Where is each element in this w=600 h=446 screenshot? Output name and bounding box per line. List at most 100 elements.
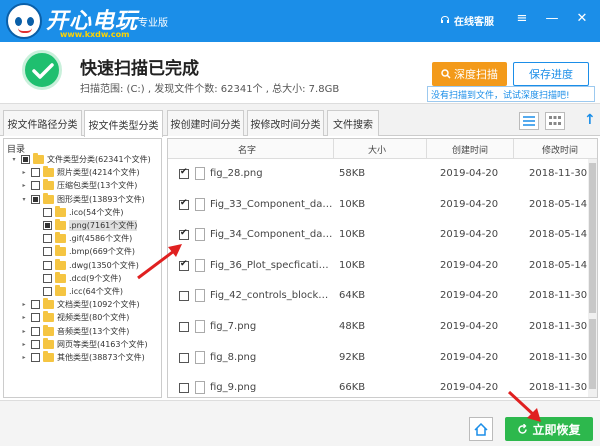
tree-node-label: 文档类型(1092个文件)	[57, 300, 140, 310]
list-view-icon	[523, 116, 535, 126]
file-row[interactable]: Fig_36_Plot_specfication... 10KB 2019-04-2…	[168, 251, 588, 281]
file-created: 2019-04-20	[440, 290, 499, 302]
tree-node-label: 其他类型(38873个文件)	[57, 353, 145, 362]
tree-checkbox[interactable]	[31, 353, 40, 362]
tree-node-label: 照片类型(4214个文件)	[57, 168, 140, 178]
tab-by-path[interactable]: 按文件路径分类	[3, 110, 82, 136]
deep-scan-tip: 没有扫描到文件，试试深度扫描吧!	[427, 86, 595, 102]
tree-node[interactable]: ▾ 图形类型(13893个文件)	[20, 192, 145, 206]
column-modified[interactable]: 修改时间	[542, 143, 578, 156]
file-name: fig_9.png	[210, 382, 257, 394]
file-row[interactable]: fig_8.png 92KB 2019-04-20 2018-11-30	[168, 343, 588, 373]
file-row[interactable]: fig_7.png 48KB 2019-04-20 2018-11-30	[168, 312, 588, 342]
tree-checkbox[interactable]	[43, 247, 52, 257]
folder-icon	[55, 271, 66, 283]
category-tabs: 按文件路径分类 按文件类型分类 按创建时间分类 按修改时间分类 文件搜索 ↑	[0, 104, 600, 137]
restore-now-button[interactable]: 立即恢复	[505, 417, 593, 441]
tree-checkbox[interactable]	[43, 234, 52, 244]
expand-icon[interactable]: ▸	[20, 169, 28, 176]
file-row[interactable]: Fig_34_Component_data... 10KB 2019-04-20 20…	[168, 220, 588, 250]
tree-checkbox[interactable]	[31, 181, 40, 191]
close-icon[interactable]: ✕	[574, 10, 590, 28]
tree-node[interactable]: .png(7161个文件)	[32, 219, 138, 232]
minimize-icon[interactable]: —	[544, 10, 560, 28]
expand-icon[interactable]: ▸	[20, 301, 28, 308]
expand-icon[interactable]: ▸	[20, 182, 28, 189]
scroll-top-icon[interactable]: ↑	[584, 112, 596, 128]
file-created: 2019-04-20	[440, 168, 499, 179]
tree-node[interactable]: ▸ 压缩包类型(13个文件)	[20, 179, 137, 192]
tree-checkbox[interactable]	[31, 313, 40, 323]
tree-checkbox[interactable]	[43, 287, 52, 296]
file-checkbox[interactable]	[179, 167, 189, 179]
tree-node-label: .icc(64个文件)	[69, 287, 123, 296]
tree-node[interactable]: ▸ 其他类型(38873个文件)	[20, 351, 145, 364]
column-created[interactable]: 创建时间	[452, 143, 488, 156]
file-checkbox[interactable]	[179, 228, 189, 241]
deep-scan-button[interactable]: 深度扫描	[432, 62, 507, 86]
expand-icon[interactable]: ▸	[20, 354, 28, 361]
file-row[interactable]: fig_28.png 58KB 2019-04-20 2018-11-30	[168, 159, 588, 189]
check-icon	[22, 50, 62, 90]
file-list-scrollbar[interactable]	[588, 159, 597, 397]
file-checkbox[interactable]	[179, 198, 189, 210]
tree-checkbox[interactable]	[43, 221, 52, 230]
tree-checkbox[interactable]	[31, 326, 40, 336]
tab-by-type[interactable]: 按文件类型分类	[84, 110, 163, 137]
file-checkbox[interactable]	[179, 322, 189, 332]
tree-node-label: 音频类型(13个文件)	[57, 326, 130, 336]
tree-node[interactable]: .gif(4586个文件)	[32, 232, 132, 245]
tree-node[interactable]: .icc(64个文件)	[32, 285, 123, 298]
home-button[interactable]	[469, 417, 493, 441]
tree-node[interactable]: .dcd(9个文件)	[32, 271, 121, 285]
save-progress-button[interactable]: 保存进度	[513, 62, 589, 86]
expand-icon[interactable]: ▸	[20, 314, 28, 321]
file-checkbox[interactable]	[179, 291, 189, 302]
tab-by-created-time[interactable]: 按创建时间分类	[167, 110, 244, 136]
file-checkbox[interactable]	[179, 259, 189, 271]
tree-node[interactable]: ▸ 照片类型(4214个文件)	[20, 166, 140, 179]
tree-checkbox[interactable]	[43, 273, 52, 283]
tree-checkbox[interactable]	[31, 300, 40, 310]
tree-checkbox[interactable]	[43, 260, 52, 270]
tree-node[interactable]: ▸ 音频类型(13个文件)	[20, 324, 130, 338]
tree-checkbox[interactable]	[31, 194, 40, 204]
tab-file-search[interactable]: 文件搜索	[327, 110, 379, 136]
column-name[interactable]: 名字	[238, 143, 256, 156]
tree-node[interactable]: ▸ 文档类型(1092个文件)	[20, 298, 140, 311]
tree-node-label: .png(7161个文件)	[69, 220, 138, 231]
column-size[interactable]: 大小	[368, 143, 386, 156]
expand-icon[interactable]: ▸	[20, 341, 28, 348]
list-view-button[interactable]	[519, 112, 539, 130]
file-row[interactable]: Fig_42_controls_block_d... 64KB 2019-04-20…	[168, 281, 588, 311]
tree-node[interactable]: ▸ 网页等类型(4163个文件)	[20, 337, 148, 351]
file-row[interactable]: fig_9.png 66KB 2019-04-20 2018-11-30	[168, 373, 588, 397]
grid-view-button[interactable]	[545, 112, 565, 130]
file-created: 2019-04-20	[440, 198, 499, 210]
collapse-icon[interactable]: ▾	[20, 196, 28, 203]
file-checkbox[interactable]	[179, 383, 189, 394]
tree-node[interactable]: .bmp(669个文件)	[32, 245, 135, 258]
file-name: fig_28.png	[210, 168, 263, 179]
folder-icon	[43, 324, 54, 336]
tree-checkbox[interactable]	[21, 155, 30, 164]
tree-node[interactable]: ▸ 视频类型(80个文件)	[20, 311, 129, 324]
home-icon	[474, 422, 488, 436]
tab-by-modified-time[interactable]: 按修改时间分类	[247, 110, 324, 136]
tree-node[interactable]: .ico(54个文件)	[32, 205, 124, 219]
tree-checkbox[interactable]	[43, 207, 52, 217]
online-service-button[interactable]: 在线客服	[440, 13, 494, 28]
file-icon	[195, 258, 205, 272]
tree-node[interactable]: .dwg(1350个文件)	[32, 258, 139, 272]
collapse-icon[interactable]: ▾	[10, 156, 18, 163]
tree-checkbox[interactable]	[31, 339, 40, 349]
menu-icon[interactable]: ≡	[514, 10, 530, 28]
tree-node[interactable]: ▾ 文件类型分类(62341个文件)	[10, 153, 151, 166]
file-row[interactable]: Fig_33_Component_data... 10KB 2019-04-20 20…	[168, 190, 588, 220]
tree-checkbox[interactable]	[31, 168, 40, 178]
file-checkbox[interactable]	[179, 352, 189, 363]
tree-node-label: .bmp(669个文件)	[69, 247, 136, 257]
tree-node-label: .dwg(1350个文件)	[69, 260, 139, 270]
tree-node-label: .ico(54个文件)	[69, 207, 124, 217]
expand-icon[interactable]: ▸	[20, 328, 28, 335]
